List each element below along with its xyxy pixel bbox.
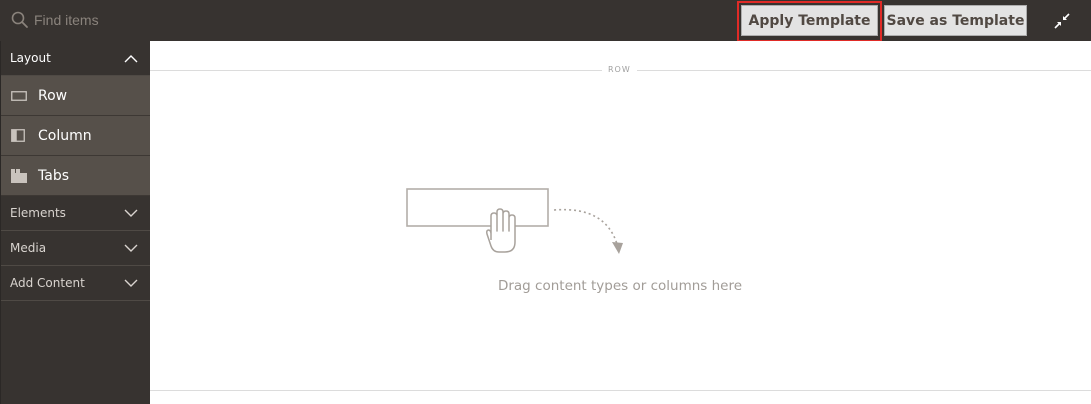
- column-icon: [11, 129, 29, 143]
- row-icon: [11, 89, 29, 103]
- sidebar-item-label: Row: [38, 87, 68, 104]
- row-label: ROW: [602, 65, 637, 74]
- search-input[interactable]: [34, 8, 284, 32]
- top-toolbar: Apply Template Save as Template: [0, 0, 1091, 42]
- section-elements-label: Elements: [10, 206, 66, 220]
- drag-hand-illustration: [406, 188, 623, 254]
- section-elements[interactable]: Elements: [1, 196, 150, 231]
- sidebar-item-tabs[interactable]: Tabs: [1, 156, 150, 196]
- drop-hint-text: Drag content types or columns here: [497, 278, 743, 294]
- section-layout[interactable]: Layout: [1, 41, 150, 76]
- section-add-content-label: Add Content: [10, 276, 85, 290]
- chevron-down-icon: [124, 279, 138, 287]
- stage-canvas[interactable]: ROW Drag content types or columns here: [150, 41, 1091, 404]
- section-add-content[interactable]: Add Content: [1, 266, 150, 301]
- content-types-sidebar: Layout Row Column Tabs Elements Media Ad…: [0, 41, 150, 404]
- chevron-down-icon: [124, 244, 138, 252]
- search-icon: [11, 11, 28, 28]
- section-media-label: Media: [10, 241, 47, 255]
- search-box: [0, 0, 300, 41]
- section-layout-label: Layout: [10, 51, 51, 65]
- chevron-down-icon: [124, 209, 138, 217]
- section-media[interactable]: Media: [1, 231, 150, 266]
- sidebar-item-column[interactable]: Column: [1, 116, 150, 156]
- row-divider-bottom: [150, 390, 1091, 391]
- chevron-up-icon: [124, 54, 138, 62]
- sidebar-item-row[interactable]: Row: [1, 76, 150, 116]
- sidebar-item-label: Column: [38, 127, 92, 144]
- save-as-template-button[interactable]: Save as Template: [884, 5, 1027, 36]
- exit-fullscreen-button[interactable]: [1049, 8, 1075, 34]
- collapse-arrows-icon: [1054, 13, 1070, 29]
- tabs-icon: [11, 168, 29, 183]
- sidebar-item-label: Tabs: [38, 167, 69, 184]
- apply-template-button[interactable]: Apply Template: [741, 5, 878, 36]
